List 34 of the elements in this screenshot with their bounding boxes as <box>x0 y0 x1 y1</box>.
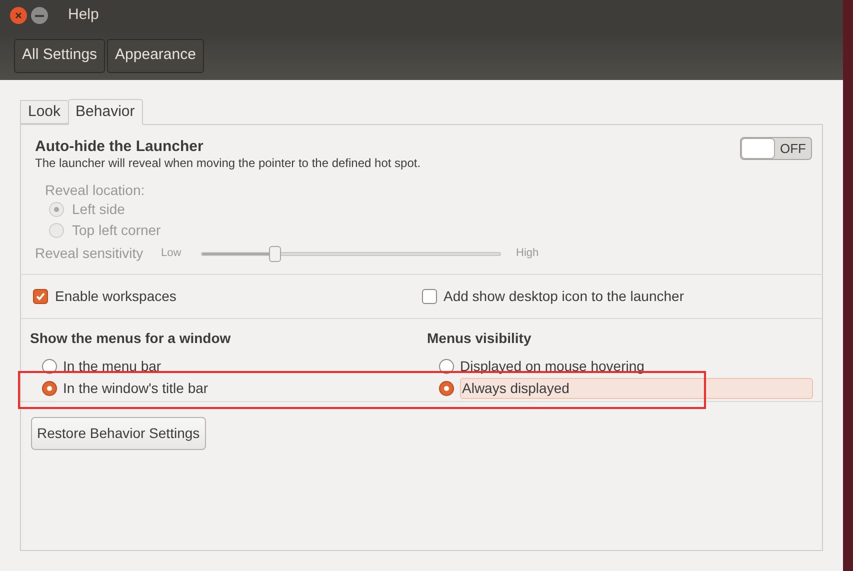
close-button[interactable] <box>10 7 27 24</box>
radio-label: Left side <box>72 200 125 219</box>
window-title: Help <box>68 5 99 26</box>
minimize-icon <box>35 14 44 16</box>
slider[interactable] <box>201 244 501 262</box>
check-icon <box>35 291 46 302</box>
checkbox[interactable] <box>422 289 436 304</box>
checkbox-label: Enable workspaces <box>55 287 176 306</box>
group-title: Show the menus for a window <box>30 329 232 348</box>
toggle-switch[interactable]: OFF <box>740 137 812 160</box>
toolbar-button[interactable]: Appearance <box>107 38 204 72</box>
section-title: Auto-hide the Launcher <box>35 137 204 156</box>
radio-button[interactable] <box>439 380 454 396</box>
minimize-button[interactable] <box>31 7 48 24</box>
slider-thumb[interactable] <box>268 246 280 262</box>
checkbox[interactable] <box>33 289 48 304</box>
radio-label: In the window's title bar <box>63 378 208 398</box>
sensitivity-label: Reveal sensitivity <box>35 244 144 263</box>
close-icon <box>15 12 22 19</box>
section-description: The launcher will reveal when moving the pointer to the defined hot spot. <box>35 156 421 171</box>
radio-label: In the menu bar <box>63 356 162 376</box>
radio-label: Always displayed <box>460 378 813 398</box>
reveal-location-label: Reveal location: <box>45 181 146 199</box>
radio-label: Top left corner <box>72 221 161 240</box>
tab[interactable]: Look <box>20 100 68 124</box>
radio-label: Displayed on mouse hovering <box>460 356 644 376</box>
restore-button[interactable]: Restore Behavior Settings <box>31 417 206 450</box>
high-label: High <box>516 246 539 262</box>
radio-button[interactable] <box>42 380 57 396</box>
toolbar-button[interactable]: All Settings <box>14 38 106 72</box>
tab[interactable]: Behavior <box>68 99 143 125</box>
checkbox-label: Add show desktop icon to the launcher <box>444 287 684 306</box>
group-title: Menus visibility <box>427 329 532 348</box>
low-label: Low <box>161 246 182 262</box>
